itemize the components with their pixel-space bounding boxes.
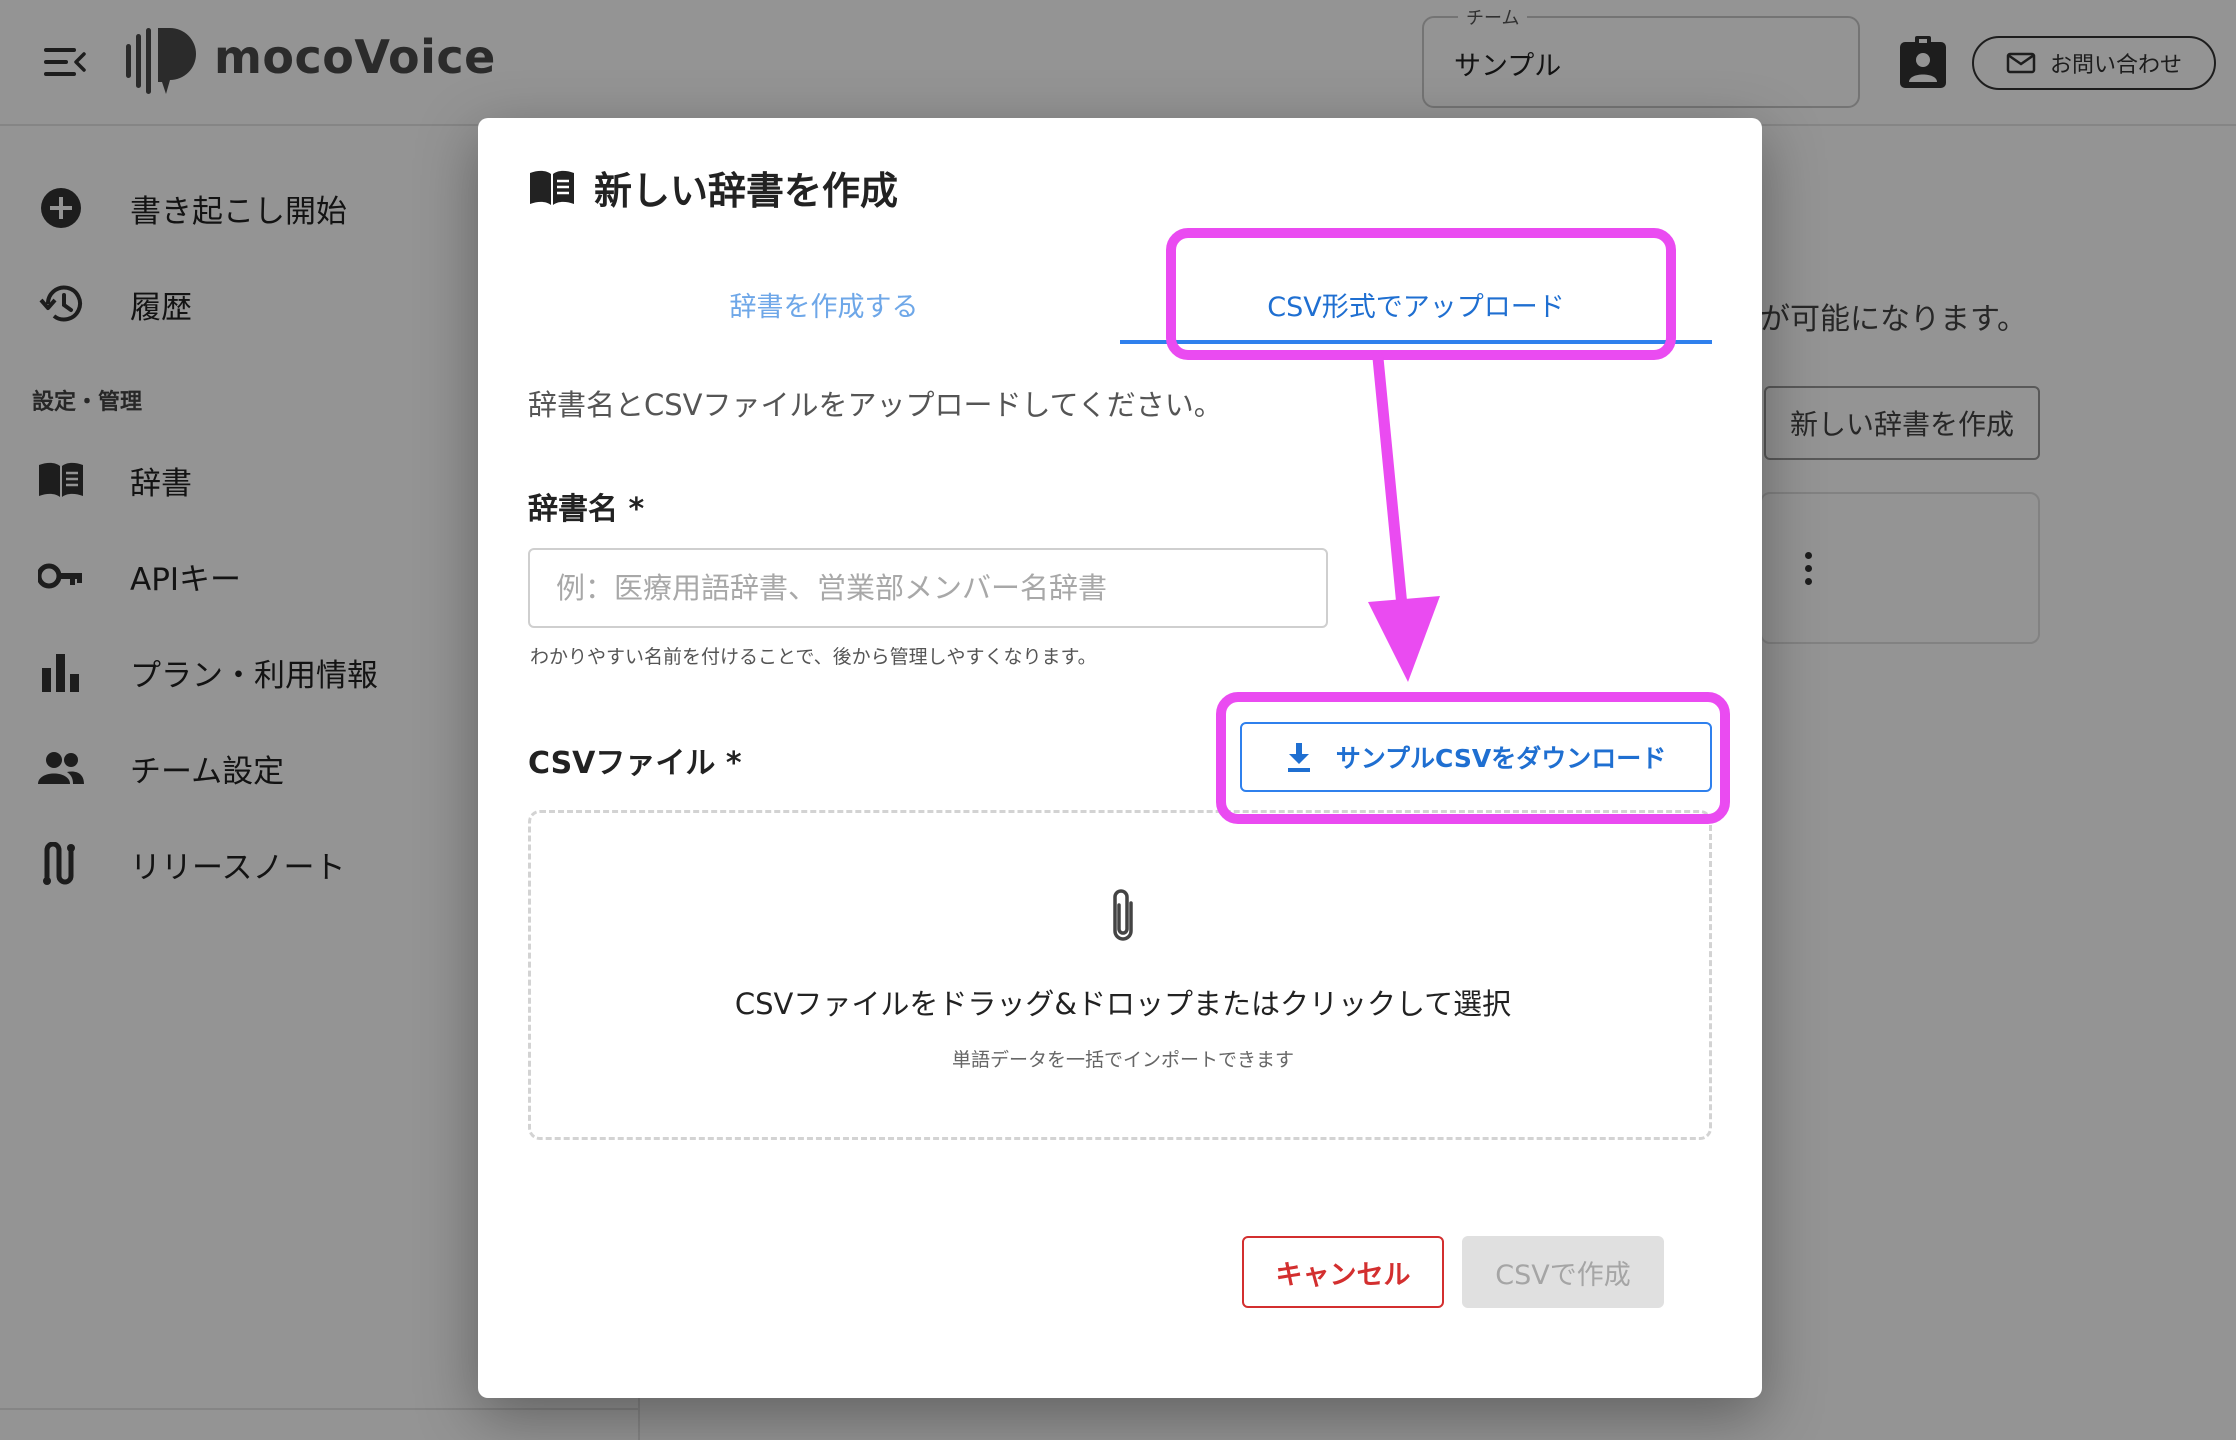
highlight-csv-tab	[1166, 228, 1676, 360]
csv-dropzone[interactable]: CSVファイルをドラッグ&ドロップまたはクリックして選択 単語データを一括でイン…	[528, 810, 1712, 1140]
dictionary-name-helper: わかりやすい名前を付けることで、後から管理しやすくなります。	[530, 646, 1097, 668]
csv-file-label: CSVファイル *	[528, 746, 742, 781]
dictionary-name-label: 辞書名 *	[528, 492, 645, 527]
dialog-header: 新しい辞書を作成	[528, 160, 898, 215]
paperclip-icon	[1113, 889, 1133, 941]
tab-create-dictionary[interactable]: 辞書を作成する	[528, 274, 1120, 334]
dropzone-instruction: CSVファイルをドラッグ&ドロップまたはクリックして選択	[734, 987, 1512, 1021]
annotation-arrow-icon	[1368, 352, 1440, 682]
dialog-description: 辞書名とCSVファイルをアップロードしてください。	[528, 388, 1223, 422]
book-icon	[530, 170, 574, 205]
highlight-download-button	[1216, 692, 1730, 824]
create-with-csv-button[interactable]: CSVで作成	[1462, 1236, 1664, 1308]
dropzone-subtext: 単語データを一括でインポートできます	[951, 1049, 1294, 1071]
cancel-button[interactable]: キャンセル	[1242, 1236, 1444, 1308]
dictionary-name-input[interactable]	[528, 548, 1328, 628]
dialog-title: 新しい辞書を作成	[594, 169, 899, 213]
